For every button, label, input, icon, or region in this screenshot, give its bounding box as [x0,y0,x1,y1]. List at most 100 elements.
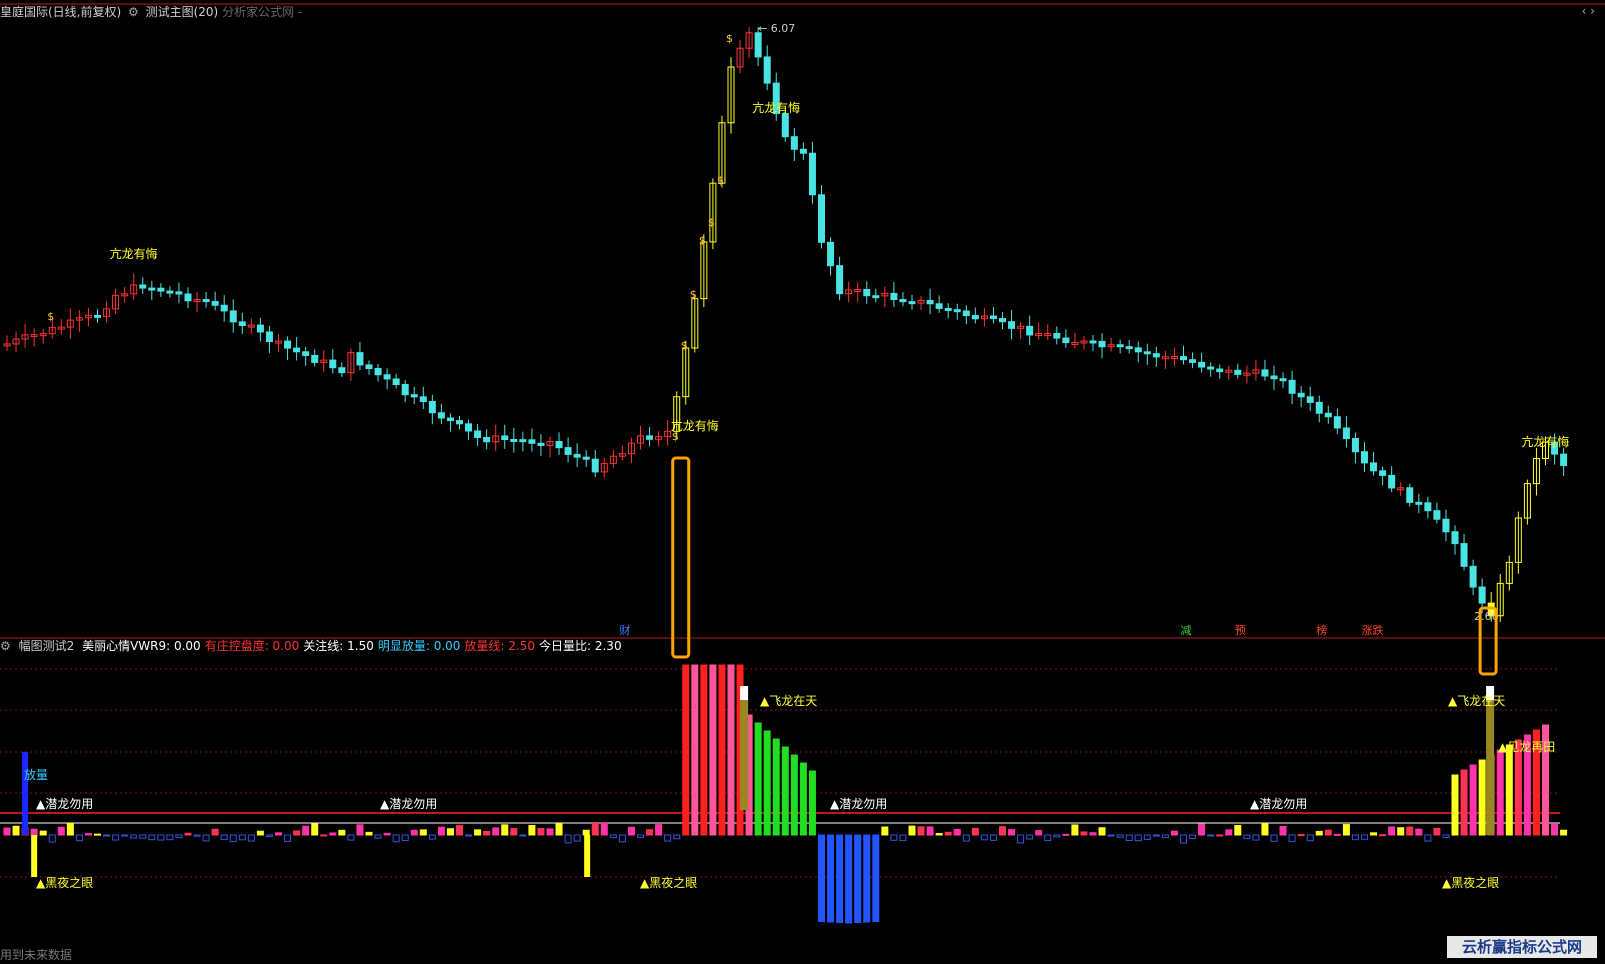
candle-body [1089,340,1097,344]
volume-bar [1053,834,1061,838]
candle-body [1270,375,1278,380]
volume-bar [944,831,952,836]
volume-bar [84,833,92,836]
volume-bar [827,834,835,923]
candle-body [1216,368,1224,373]
volume-bar [1225,829,1233,836]
candle-body [1198,361,1206,368]
volume-bar [618,834,626,843]
stock-title[interactable]: 皇庭国际(日线,前复权) [0,5,121,19]
sub-annotation: ▲潜龙勿用 [830,797,887,811]
volume-bar [591,822,599,836]
dragon-bar [1486,700,1495,835]
volume-bar [1026,834,1034,840]
volume-bar [519,834,527,837]
volume-bar [94,833,101,836]
candle-body [311,354,319,363]
volume-bar [148,834,156,841]
volume-bar [284,834,292,842]
volume-bar [1279,825,1287,836]
candle-body [1469,565,1477,588]
volume-bar [1243,834,1251,840]
volume-bar [917,826,925,836]
candle-body [1125,346,1133,350]
sub-annotation: ▲黑夜之眼 [640,875,697,890]
gear-icon[interactable]: ⚙ [0,639,11,653]
sub-annotation: ▲见龙再田 [1498,740,1555,754]
candle-body [1234,369,1242,375]
dragon-marker [740,686,749,700]
sub-indicator-name[interactable]: 幅图测试2 [19,639,75,653]
candle-body [1424,502,1432,512]
volume-bar [1342,824,1350,836]
volume-bar [66,822,74,836]
chart-canvas[interactable]: $$$$$$$$← 6.072.66亢龙有悔亢龙有悔亢龙有悔亢龙有悔财减预榜涨跌… [0,0,1605,964]
volume-bar [256,830,264,836]
candle-body [1026,325,1034,336]
volume-bar [1514,739,1522,836]
volume-bar [872,834,880,922]
volume-bar [528,825,536,836]
volume-bar [1388,826,1396,836]
candle-body [1361,451,1368,464]
volume-bar [908,825,916,836]
candle-body [238,321,246,326]
money-bag-icon: $ [717,174,724,187]
volume-bar [664,834,672,842]
volume-bar [646,829,654,836]
volume-bar [700,664,708,836]
volume-bar [1442,834,1450,838]
sub-annotation: 放量 [24,767,48,782]
volume-bar [655,824,663,836]
volume-bar [1424,834,1432,842]
candle-body [1442,518,1450,533]
candle-body [1098,340,1106,348]
sub-annotation: ▲飞龙在天 [760,694,817,708]
candle-body [790,136,798,150]
volume-bar [1107,834,1115,837]
volume-bar [1315,830,1323,836]
candle-body [202,299,210,303]
candle-body [1433,510,1441,520]
candle-body [971,315,979,320]
candle-body [94,314,101,318]
sub-legend-item: 关注线: 1.50 [303,639,374,653]
candle-body [229,310,237,323]
volume-bar [220,834,228,840]
volume-bar [12,825,20,836]
volume-bar [989,834,997,841]
candle-body [528,439,536,444]
volume-bar [537,827,545,836]
volume-bar [935,833,943,836]
candle-body [148,287,156,291]
volume-bar [166,834,174,841]
candle-body [1306,396,1314,403]
volume-bar [229,834,237,843]
volume-bar [501,824,509,836]
volume-bar [953,828,961,836]
volume-bar [356,824,364,836]
candle-body [555,441,563,449]
candle-body [1062,337,1070,344]
signal-marker: 减 [1181,624,1192,637]
sub-annotation: ▲飞龙在天 [1448,694,1505,708]
volume-bar [1505,744,1513,836]
gear-icon[interactable]: ⚙ [128,5,139,19]
volume-bar [30,828,38,836]
main-indicator-name[interactable]: 测试主图(20) [146,5,219,19]
candle-body [265,331,273,343]
volume-bar [836,834,844,923]
candle-body [338,367,346,374]
candle-body [591,458,599,473]
signal-marker: 预 [1235,624,1246,637]
volume-bar [1469,764,1477,836]
candle-body [781,113,789,138]
candle-body [465,423,473,432]
volume-bar [754,722,762,836]
nav-arrows-icon[interactable]: ‹ › [1582,4,1595,18]
volume-bar [781,746,789,836]
volume-bar [1270,834,1278,842]
candle-body [1478,586,1486,604]
volume-bar [419,829,427,836]
volume-bar [881,826,889,836]
